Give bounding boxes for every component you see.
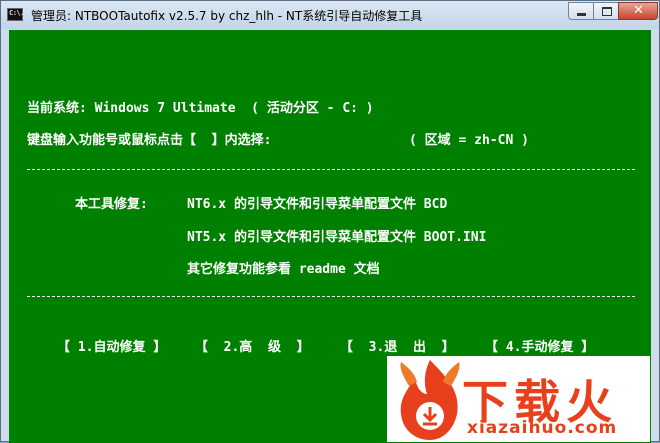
maximize-button[interactable] [593, 2, 619, 20]
window-title: 管理员: NTBOOTautofix v2.5.7 by chz_hlh - N… [31, 9, 423, 23]
menu-advanced[interactable]: 【 2.高 级 】 [195, 336, 310, 355]
watermark-domain: xiazaihuo.com [467, 418, 618, 438]
title-bar[interactable]: C:\. 管理员: NTBOOTautofix v2.5.7 by chz_hl… [1, 1, 659, 29]
maximize-icon [602, 7, 612, 16]
menu-manual-repair[interactable]: 【 4.手动修复 】 [485, 336, 594, 355]
fix-nt5-line: NT5.x 的引导文件和引导菜单配置文件 BOOT.INI [187, 230, 487, 245]
fix-label: 本工具修复: [75, 197, 148, 212]
separator-top [27, 169, 635, 170]
separator-bottom [27, 296, 635, 297]
menu-exit[interactable]: 【 3.退 出 】 [340, 336, 455, 355]
region-line: ( 区域 = zh-CN ) [409, 133, 529, 148]
close-icon: ✕ [633, 3, 644, 18]
current-system-line: 当前系统: Windows 7 Ultimate ( 活动分区 - C: ) [27, 101, 374, 116]
cmd-icon[interactable]: C:\. [7, 8, 24, 21]
fix-nt6-line: NT6.x 的引导文件和引导菜单配置文件 BCD [187, 197, 448, 212]
minimize-button[interactable] [568, 2, 594, 20]
fix-other-line: 其它修复功能参看 readme 文档 [187, 262, 380, 277]
flame-logo-icon [400, 360, 460, 440]
input-prompt-line: 键盘输入功能号或鼠标点击【 】内选择: [27, 133, 272, 148]
minimize-icon [577, 13, 586, 16]
close-button[interactable]: ✕ [618, 2, 658, 20]
cmd-icon-label: C:\. [9, 9, 24, 17]
menu-auto-repair[interactable]: 【 1.自动修复 】 [57, 336, 166, 355]
